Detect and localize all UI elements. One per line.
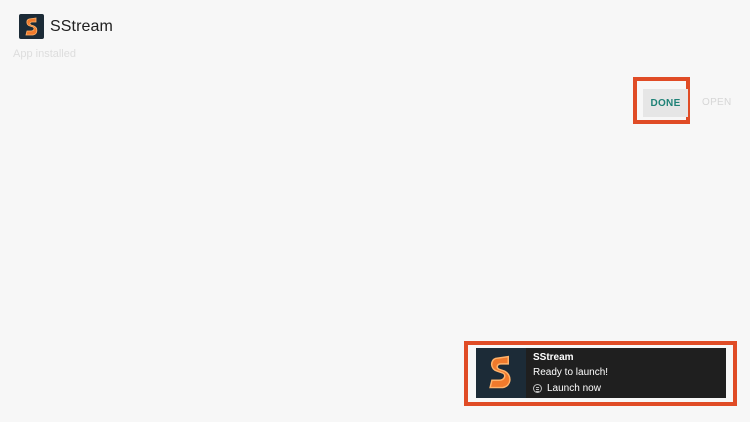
- launch-now-action[interactable]: Launch now: [533, 381, 608, 396]
- done-button[interactable]: DONE: [643, 89, 688, 117]
- sstream-logo-icon: [19, 14, 44, 39]
- launch-notification[interactable]: SStream Ready to launch! Launch now: [476, 348, 726, 398]
- notification-text: SStream Ready to launch! Launch now: [526, 348, 608, 398]
- app-header: SStream: [19, 14, 113, 39]
- launch-now-label: Launch now: [547, 383, 601, 394]
- open-button[interactable]: OPEN: [702, 97, 732, 108]
- sstream-logo-icon: [476, 348, 526, 398]
- notification-title: SStream: [533, 352, 574, 363]
- install-status-text: App installed: [13, 48, 76, 60]
- app-title: SStream: [50, 17, 113, 35]
- menu-button-icon: [533, 384, 542, 393]
- notification-message: Ready to launch!: [533, 367, 609, 378]
